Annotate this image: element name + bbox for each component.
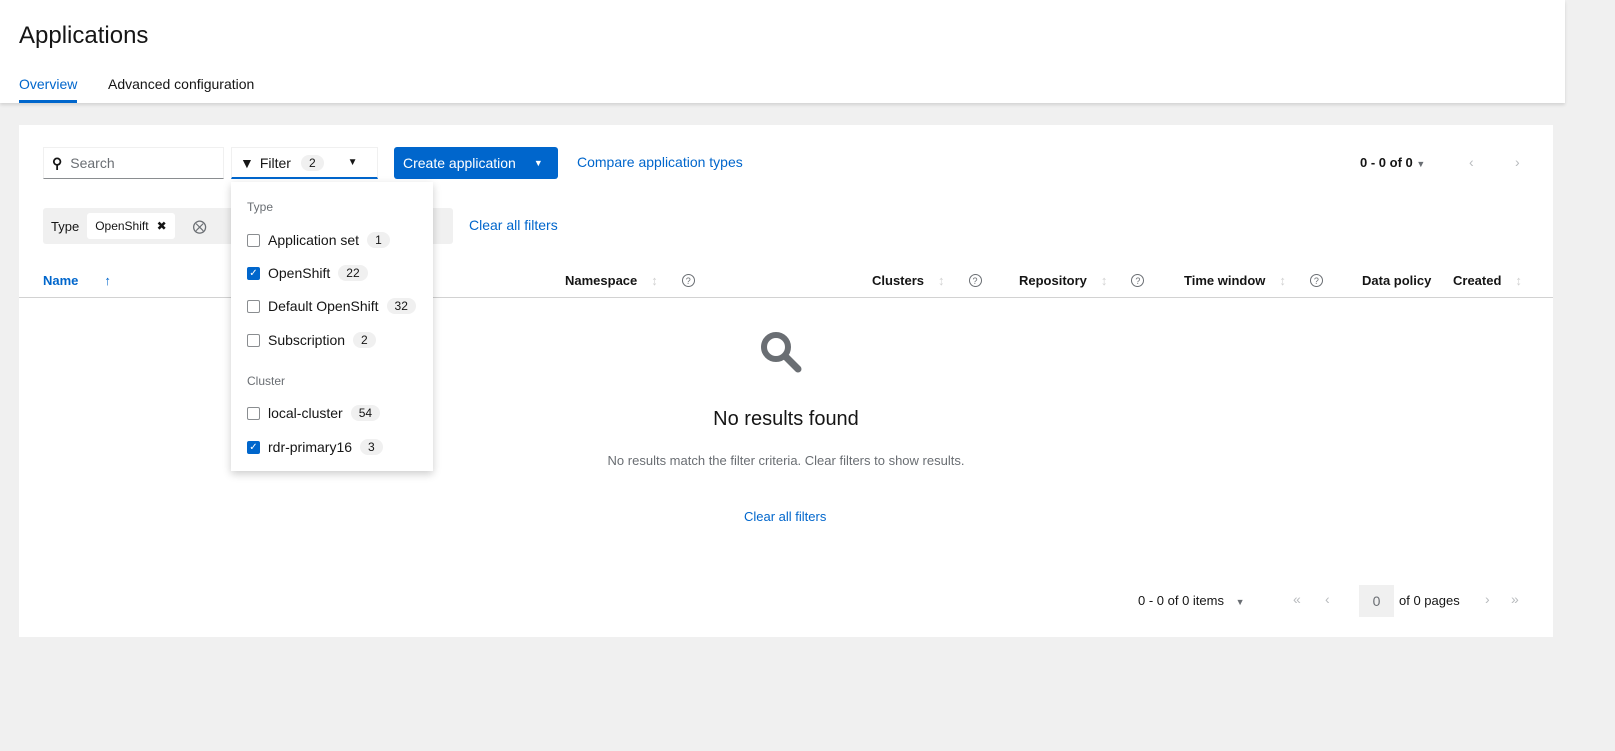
filter-option-application-set[interactable]: Application set 1	[247, 232, 390, 248]
filter-option-subscription[interactable]: Subscription 2	[247, 332, 376, 348]
page-header: Applications Overview Advanced configura…	[0, 0, 1565, 103]
items-range: 0 - 0 of 0 items	[1138, 593, 1224, 608]
sort-icon: ↕	[1100, 273, 1108, 288]
caret-down-icon: ▼	[347, 157, 358, 168]
help-icon[interactable]: ?	[1309, 274, 1323, 287]
filter-option-rdr-primary16[interactable]: ✓ rdr-primary16 3	[247, 439, 383, 455]
search-input[interactable]: ⚲ Search	[43, 147, 224, 179]
bottom-pagination-toggle[interactable]: 0 - 0 of 0 items ▼	[1138, 593, 1245, 608]
clear-all-filters-link[interactable]: Clear all filters	[469, 217, 558, 233]
option-label: local-cluster	[268, 405, 343, 421]
option-label: Default OpenShift	[268, 298, 379, 314]
prev-page-button[interactable]: ‹	[1469, 154, 1474, 170]
option-label: Subscription	[268, 332, 346, 348]
create-application-label: Create application	[403, 155, 516, 171]
checkbox[interactable]	[247, 406, 260, 420]
filter-group-cluster-label: Cluster	[247, 374, 286, 388]
close-icon[interactable]: ✖	[157, 219, 167, 233]
help-icon[interactable]: ?	[968, 274, 982, 287]
remove-chip-group-icon[interactable]: ⨂	[193, 218, 207, 235]
column-label: Time window	[1184, 273, 1266, 288]
checkbox-checked[interactable]: ✓	[247, 266, 260, 280]
filter-option-local-cluster[interactable]: local-cluster 54	[247, 405, 381, 421]
create-application-button[interactable]: Create application ▼	[394, 147, 558, 179]
total-pages: of 0 pages	[1399, 593, 1460, 608]
filter-option-openshift[interactable]: ✓ OpenShift 22	[247, 265, 368, 281]
help-icon[interactable]: ?	[681, 274, 695, 287]
filter-toggle[interactable]: ▼ Filter 2 ▼	[231, 147, 378, 179]
tab-advanced-configuration[interactable]: Advanced configuration	[108, 76, 254, 100]
sort-icon: ↕	[1279, 273, 1286, 288]
column-clusters[interactable]: Clusters ↕?	[872, 273, 982, 288]
next-page-button[interactable]: ›	[1515, 154, 1520, 170]
empty-state-clear-filters-link[interactable]: Clear all filters	[744, 509, 826, 524]
option-label: rdr-primary16	[268, 439, 353, 455]
column-name[interactable]: Name ↑	[43, 273, 111, 288]
first-page-button[interactable]: «	[1293, 591, 1301, 607]
chip-group-label: Type	[51, 218, 80, 234]
search-icon: ⚲	[52, 154, 63, 171]
option-label: OpenShift	[268, 265, 331, 281]
next-page-button-bottom[interactable]: ›	[1485, 591, 1490, 607]
column-label: Name	[43, 273, 79, 288]
sort-icon: ↕	[938, 273, 945, 288]
filter-group-type-label: Type	[247, 200, 274, 214]
filter-icon: ▼	[240, 154, 254, 171]
tab-overview[interactable]: Overview	[19, 76, 78, 103]
sort-icon: ↕	[1515, 273, 1522, 288]
column-time-window[interactable]: Time window ↕?	[1184, 273, 1323, 288]
pagination-range: 0 - 0 of 0	[1360, 155, 1413, 170]
filter-option-default-openshift[interactable]: Default OpenShift 32	[247, 298, 416, 314]
search-icon	[759, 330, 803, 377]
option-count: 1	[367, 232, 390, 248]
checkbox[interactable]	[247, 299, 260, 313]
compare-application-types-link[interactable]: Compare application types	[577, 154, 743, 170]
option-count: 54	[350, 405, 381, 421]
chip-label: OpenShift	[95, 219, 149, 233]
option-count: 3	[360, 439, 383, 455]
prev-page-button-bottom[interactable]: ‹	[1325, 591, 1330, 607]
page-title: Applications	[19, 22, 149, 49]
option-count: 22	[338, 265, 368, 281]
checkbox-checked[interactable]: ✓	[247, 440, 260, 454]
page-number-input[interactable]: 0	[1359, 585, 1394, 617]
column-label: Repository	[1019, 273, 1087, 288]
column-data-policy: Data policy	[1362, 273, 1431, 288]
column-namespace[interactable]: Namespace ↕?	[565, 273, 695, 288]
column-created[interactable]: Created ↕	[1453, 273, 1522, 288]
filter-label: Filter	[259, 154, 291, 171]
sort-icon: ↕	[651, 273, 658, 288]
option-count: 2	[353, 332, 376, 348]
filter-count-badge: 2	[300, 154, 324, 171]
checkbox[interactable]	[247, 233, 260, 247]
search-placeholder: Search	[70, 155, 115, 171]
column-label: Namespace	[565, 273, 638, 288]
option-label: Application set	[268, 232, 360, 248]
column-repository[interactable]: Repository ↕?	[1019, 273, 1145, 288]
option-count: 32	[386, 298, 416, 314]
filter-chip-openshift: OpenShift ✖	[87, 213, 175, 239]
column-label: Clusters	[872, 273, 925, 288]
column-label: Data policy	[1362, 273, 1432, 288]
pagination-toggle[interactable]: 0 - 0 of 0 ▼	[1360, 155, 1425, 170]
sort-ascending-icon: ↑	[104, 273, 111, 288]
last-page-button[interactable]: »	[1511, 591, 1519, 607]
help-icon[interactable]: ?	[1131, 274, 1145, 287]
filter-dropdown-menu: Type Application set 1 ✓ OpenShift 22 Defau…	[231, 182, 433, 471]
checkbox[interactable]	[247, 333, 260, 347]
column-label: Created	[1453, 273, 1502, 288]
caret-down-icon: ▼	[533, 158, 543, 168]
